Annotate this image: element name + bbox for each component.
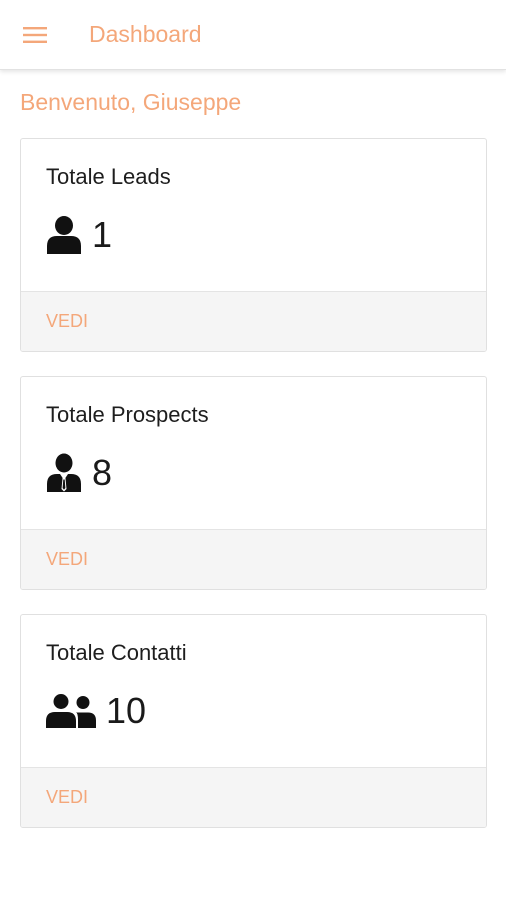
card-leads: Totale Leads 1 VEDI: [20, 138, 487, 352]
hamburger-menu-icon: [23, 27, 47, 43]
card-title: Totale Leads: [46, 164, 171, 189]
page-title: Dashboard: [89, 21, 202, 47]
card-title: Totale Contatti: [46, 640, 187, 665]
card-prospects: Totale Prospects 8 VEDI: [20, 376, 487, 590]
welcome-message: Benvenuto, Giuseppe: [20, 89, 242, 115]
card-body: Totale Contatti 10: [21, 615, 486, 768]
user-icon: [46, 215, 82, 255]
card-title: Totale Prospects: [46, 402, 209, 427]
card-footer: VEDI: [21, 530, 486, 589]
top-app-bar: Dashboard: [0, 0, 506, 70]
card-body: Totale Prospects 8: [21, 377, 486, 530]
menu-button[interactable]: [14, 17, 56, 53]
user-tie-icon: [46, 453, 82, 493]
users-icon: [46, 693, 96, 729]
stat-value: 8: [92, 452, 113, 493]
card-footer: VEDI: [21, 292, 486, 351]
stat-value: 1: [92, 214, 113, 255]
vedi-contatti-link[interactable]: VEDI: [46, 786, 88, 808]
card-stat: 1: [46, 214, 112, 256]
vedi-leads-link[interactable]: VEDI: [46, 310, 88, 332]
card-contatti: Totale Contatti 10 VEDI: [20, 614, 487, 828]
vedi-prospects-link[interactable]: VEDI: [46, 548, 88, 570]
card-stat: 10: [46, 690, 146, 732]
card-stat: 8: [46, 452, 112, 494]
stat-value: 10: [106, 690, 147, 731]
card-footer: VEDI: [21, 768, 486, 827]
card-body: Totale Leads 1: [21, 139, 486, 292]
